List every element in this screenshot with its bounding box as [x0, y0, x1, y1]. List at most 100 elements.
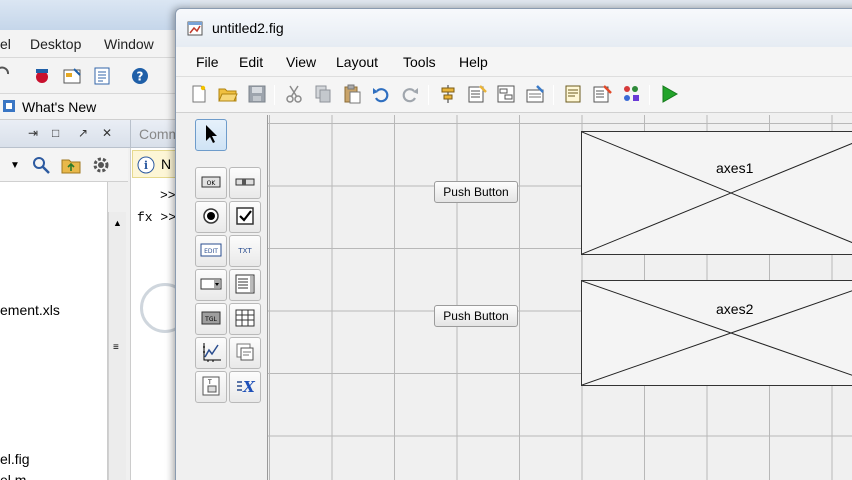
- push-button-tool[interactable]: OK: [195, 167, 227, 199]
- list-item[interactable]: el.m: [0, 472, 26, 480]
- toggle-button-icon-text: TGL: [204, 316, 217, 323]
- checkbox-icon: [234, 205, 256, 230]
- edit-text-icon: EDIT: [200, 239, 222, 264]
- paste-icon[interactable]: [341, 83, 363, 105]
- cut-icon[interactable]: [283, 83, 305, 105]
- editor-icon[interactable]: [562, 83, 584, 105]
- panel-tool[interactable]: [229, 337, 261, 369]
- toolbar-separator: [649, 85, 650, 105]
- svg-text:?: ?: [137, 70, 144, 84]
- whats-new-shortcut[interactable]: What's New: [22, 99, 96, 115]
- title-bar: untitled2.fig: [176, 9, 852, 47]
- redo-icon[interactable]: [399, 83, 421, 105]
- matlab-menu-window[interactable]: Window: [104, 36, 154, 52]
- table-tool[interactable]: [229, 303, 261, 335]
- button-group-tool[interactable]: T: [195, 371, 227, 403]
- toggle-button-tool[interactable]: TGL: [195, 303, 227, 335]
- svg-text:X: X: [242, 378, 256, 396]
- layout-area[interactable]: Push Button Push Button axes1 axes2: [267, 115, 852, 480]
- maximize-icon[interactable]: □: [52, 126, 59, 140]
- command-prompt-fx: fx >>: [137, 210, 177, 225]
- file-list: ement.xls el.fig el.m: [0, 182, 108, 480]
- undo-icon[interactable]: [370, 83, 392, 105]
- matlab-menubar: el Desktop Window: [0, 30, 190, 58]
- toolbar-separator: [553, 85, 554, 105]
- push-button-1[interactable]: Push Button: [434, 181, 518, 203]
- copy-icon[interactable]: [312, 83, 334, 105]
- axes2-label: axes2: [716, 301, 754, 317]
- matlab-toolbar: ?: [0, 58, 190, 94]
- activex-tool[interactable]: X: [229, 371, 261, 403]
- simulink-icon[interactable]: [32, 66, 52, 86]
- panel-icon: [234, 341, 256, 366]
- select-tool[interactable]: [195, 119, 227, 151]
- guide-layout-editor: untitled2.fig File Edit View Layout Tool…: [175, 8, 852, 480]
- static-text-tool[interactable]: TXT: [229, 235, 261, 267]
- profiler-icon[interactable]: [92, 66, 112, 86]
- slider-tool[interactable]: [229, 167, 261, 199]
- redo-icon[interactable]: [0, 66, 14, 86]
- save-icon[interactable]: [246, 83, 268, 105]
- info-icon: i: [137, 156, 155, 174]
- push-button-icon: OK: [200, 171, 222, 196]
- listbox-tool[interactable]: [229, 269, 261, 301]
- radio-button-tool[interactable]: [195, 201, 227, 233]
- folder-up-icon[interactable]: [60, 154, 82, 176]
- dropdown-arrow-icon[interactable]: ▼: [10, 160, 20, 171]
- checkbox-tool[interactable]: [229, 201, 261, 233]
- push-button-2[interactable]: Push Button: [434, 305, 518, 327]
- popup-menu-tool[interactable]: [195, 269, 227, 301]
- menu-editor-icon[interactable]: [466, 83, 488, 105]
- toggle-button-icon: TGL: [200, 307, 222, 332]
- list-item[interactable]: el.fig: [0, 451, 30, 467]
- command-prompt: >>: [160, 188, 176, 203]
- static-text-icon-text: TXT: [237, 247, 252, 255]
- menu-file[interactable]: File: [194, 54, 221, 70]
- tab-order-icon[interactable]: [495, 83, 517, 105]
- menu-layout[interactable]: Layout: [334, 54, 380, 70]
- open-folder-icon[interactable]: [217, 83, 239, 105]
- axes-tool[interactable]: [195, 337, 227, 369]
- folder-toolbar: ▼: [0, 148, 128, 182]
- menu-tools[interactable]: Tools: [401, 54, 438, 70]
- scroll-up-icon[interactable]: ▲: [113, 218, 122, 228]
- scroll-grip-icon[interactable]: ≡: [113, 342, 119, 353]
- button-group-icon: T: [200, 375, 222, 400]
- undock-icon[interactable]: ↗: [78, 126, 88, 140]
- window-title: untitled2.fig: [212, 20, 284, 36]
- list-item[interactable]: ement.xls: [0, 302, 60, 318]
- matlab-menu-item[interactable]: el: [0, 36, 11, 52]
- toolbar-editor-icon[interactable]: [524, 83, 546, 105]
- vertical-scrollbar[interactable]: ▲ ≡: [108, 212, 126, 480]
- matlab-titlebar: [0, 0, 190, 30]
- align-icon[interactable]: [437, 83, 459, 105]
- figure-icon: [186, 19, 204, 37]
- popup-menu-icon: [200, 273, 222, 298]
- axes2[interactable]: axes2: [581, 280, 852, 386]
- static-text-icon: TXT: [234, 239, 256, 264]
- component-palette: OK EDIT TXT TGL T X: [190, 119, 266, 480]
- pin-icon[interactable]: ⇥: [28, 126, 38, 140]
- select-icon: [200, 123, 222, 148]
- object-browser-icon[interactable]: [620, 83, 642, 105]
- toolbar-separator: [274, 85, 275, 105]
- edit-text-tool[interactable]: EDIT: [195, 235, 227, 267]
- search-icon[interactable]: [30, 154, 52, 176]
- toolbar-separator: [428, 85, 429, 105]
- matlab-menu-desktop[interactable]: Desktop: [30, 36, 81, 52]
- axes1[interactable]: axes1: [581, 131, 852, 255]
- gear-icon[interactable]: [90, 154, 112, 176]
- menu-view[interactable]: View: [284, 54, 318, 70]
- guide-icon[interactable]: [62, 66, 82, 86]
- menu-edit[interactable]: Edit: [237, 54, 265, 70]
- new-file-icon[interactable]: [188, 83, 210, 105]
- help-icon[interactable]: ?: [130, 66, 150, 86]
- info-bar-text: N: [161, 156, 172, 172]
- toolbar: [176, 77, 852, 113]
- close-icon[interactable]: ✕: [102, 126, 112, 140]
- property-inspector-icon[interactable]: [591, 83, 613, 105]
- menu-bar: File Edit View Layout Tools Help: [176, 47, 852, 77]
- table-icon: [234, 307, 256, 332]
- menu-help[interactable]: Help: [457, 54, 490, 70]
- run-figure-icon[interactable]: [658, 83, 680, 105]
